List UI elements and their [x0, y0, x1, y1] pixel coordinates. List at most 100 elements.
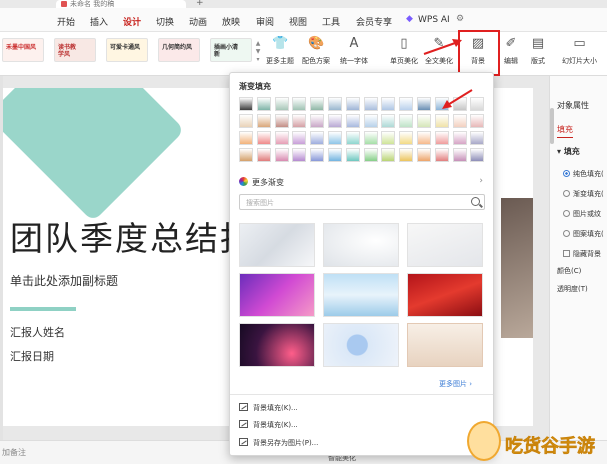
- gradient-swatch[interactable]: [345, 148, 360, 162]
- gradient-swatch[interactable]: [256, 97, 271, 111]
- gradient-fill-option[interactable]: 渐变填充(: [563, 189, 604, 199]
- unify-font-button[interactable]: A 统一字体: [340, 36, 368, 66]
- gradient-swatch[interactable]: [310, 114, 325, 128]
- menu-tools[interactable]: 工具: [322, 15, 340, 28]
- theme-thumb-reading[interactable]: 读书教学风: [54, 38, 96, 62]
- single-page-beautify-button[interactable]: ▯ 单页美化: [390, 36, 418, 66]
- settings-icon[interactable]: ⚙: [456, 14, 464, 24]
- gradient-swatch[interactable]: [239, 131, 253, 145]
- background-fill-action[interactable]: 背景填充(K)...: [239, 403, 298, 413]
- background-fill-action-2[interactable]: 背景填充(K)...: [239, 420, 298, 430]
- bg-image-thumb[interactable]: [239, 223, 315, 267]
- gradient-swatch[interactable]: [363, 131, 378, 145]
- solid-fill-option[interactable]: 纯色填充(: [563, 169, 604, 179]
- notes-hint[interactable]: 加备注: [2, 447, 26, 458]
- pattern-fill-option[interactable]: 图案填充(: [563, 229, 604, 239]
- gradient-swatch[interactable]: [470, 148, 485, 162]
- gradient-swatch[interactable]: [470, 131, 485, 145]
- gradient-swatch[interactable]: [434, 148, 449, 162]
- slide-reporter[interactable]: 汇报人姓名: [10, 324, 65, 340]
- gradient-swatch[interactable]: [292, 131, 307, 145]
- gradient-swatch[interactable]: [434, 131, 449, 145]
- gradient-swatch[interactable]: [274, 114, 289, 128]
- gradient-swatch[interactable]: [310, 97, 325, 111]
- theme-thumb-chinese[interactable]: 禾墨中国风: [2, 38, 44, 62]
- gradient-swatch[interactable]: [363, 97, 378, 111]
- image-search-input[interactable]: 搜索图片: [239, 194, 485, 210]
- fill-tab[interactable]: 填充: [557, 124, 573, 138]
- gradient-swatch[interactable]: [310, 148, 325, 162]
- gradient-swatch[interactable]: [363, 114, 378, 128]
- gradient-swatch[interactable]: [274, 131, 289, 145]
- gradient-swatch[interactable]: [417, 97, 431, 111]
- gradient-swatch[interactable]: [452, 131, 467, 145]
- bg-image-thumb[interactable]: [323, 273, 399, 317]
- bg-image-thumb[interactable]: [407, 273, 483, 317]
- gradient-swatch[interactable]: [239, 97, 253, 111]
- slide-title[interactable]: 团队季度总结报: [10, 212, 255, 260]
- menu-transition[interactable]: 切换: [156, 15, 174, 28]
- bg-image-thumb[interactable]: [407, 323, 483, 367]
- menu-wps-ai[interactable]: WPS AI: [418, 15, 450, 25]
- gradient-swatch[interactable]: [381, 97, 396, 111]
- menu-home[interactable]: 开始: [57, 15, 75, 28]
- menu-review[interactable]: 审阅: [256, 15, 274, 28]
- gradient-swatch[interactable]: [328, 131, 342, 145]
- gradient-swatch[interactable]: [399, 148, 414, 162]
- gradient-swatch[interactable]: [256, 114, 271, 128]
- gradient-swatch[interactable]: [274, 97, 289, 111]
- hide-background-checkbox[interactable]: 隐藏背景: [563, 249, 601, 259]
- gradient-swatch[interactable]: [274, 148, 289, 162]
- save-background-as-image-action[interactable]: 背景另存为图片(P)...: [239, 438, 318, 448]
- gradient-swatch[interactable]: [328, 114, 342, 128]
- gradient-swatch[interactable]: [310, 131, 325, 145]
- slide-date[interactable]: 汇报日期: [10, 348, 54, 364]
- slide-subtitle[interactable]: 单击此处添加副标题: [10, 272, 118, 289]
- bg-image-thumb[interactable]: [323, 223, 399, 267]
- gradient-swatch[interactable]: [381, 114, 396, 128]
- gradient-swatch[interactable]: [399, 97, 414, 111]
- gradient-swatch[interactable]: [328, 97, 342, 111]
- more-gradients-link[interactable]: 更多渐变: [239, 177, 284, 188]
- gradient-swatch[interactable]: [345, 114, 360, 128]
- more-themes-button[interactable]: 👕 更多主题: [266, 36, 294, 66]
- document-tab[interactable]: 未命名 我的稿: [56, 0, 186, 8]
- gradient-swatch[interactable]: [239, 114, 253, 128]
- search-icon[interactable]: [471, 197, 480, 206]
- gradient-swatch[interactable]: [292, 114, 307, 128]
- bg-image-thumb[interactable]: [239, 323, 315, 367]
- gradient-swatch[interactable]: [345, 97, 360, 111]
- menu-design[interactable]: 设计: [123, 15, 142, 34]
- gradient-swatch[interactable]: [292, 148, 307, 162]
- gradient-swatch[interactable]: [417, 148, 431, 162]
- gradient-swatch[interactable]: [381, 148, 396, 162]
- gradient-swatch[interactable]: [434, 114, 449, 128]
- edit-button[interactable]: ✐ 编辑: [503, 36, 519, 66]
- fill-section-header[interactable]: ▾ 填充: [557, 146, 580, 157]
- gradient-swatch[interactable]: [363, 148, 378, 162]
- gradient-swatch[interactable]: [292, 97, 307, 111]
- theme-thumb-illustration[interactable]: 插画小清新: [210, 38, 252, 62]
- color-scheme-button[interactable]: 🎨 配色方案: [302, 36, 330, 66]
- new-tab-button[interactable]: +: [196, 0, 204, 8]
- gradient-swatch[interactable]: [345, 131, 360, 145]
- gradient-swatch[interactable]: [417, 131, 431, 145]
- bg-image-thumb[interactable]: [239, 273, 315, 317]
- gradient-swatch[interactable]: [470, 114, 485, 128]
- gradient-swatch[interactable]: [381, 131, 396, 145]
- gradient-swatch[interactable]: [256, 131, 271, 145]
- gradient-swatch[interactable]: [239, 148, 253, 162]
- menu-animation[interactable]: 动画: [189, 15, 207, 28]
- gradient-swatch[interactable]: [452, 114, 467, 128]
- menu-slideshow[interactable]: 放映: [222, 15, 240, 28]
- gradient-swatch[interactable]: [452, 148, 467, 162]
- theme-thumb-geometric[interactable]: 几何简约风: [158, 38, 200, 62]
- bg-image-thumb[interactable]: [323, 323, 399, 367]
- menu-member[interactable]: 会员专享: [356, 15, 392, 28]
- pane-scrollbar[interactable]: [550, 108, 554, 144]
- theme-scroll-arrows[interactable]: ▲ ▼ ▾: [253, 40, 263, 66]
- gradient-swatch[interactable]: [417, 114, 431, 128]
- layout-button[interactable]: ▤ 版式: [530, 36, 546, 66]
- slide-size-button[interactable]: ▭ 幻灯片大小: [562, 36, 597, 66]
- gradient-swatch[interactable]: [399, 114, 414, 128]
